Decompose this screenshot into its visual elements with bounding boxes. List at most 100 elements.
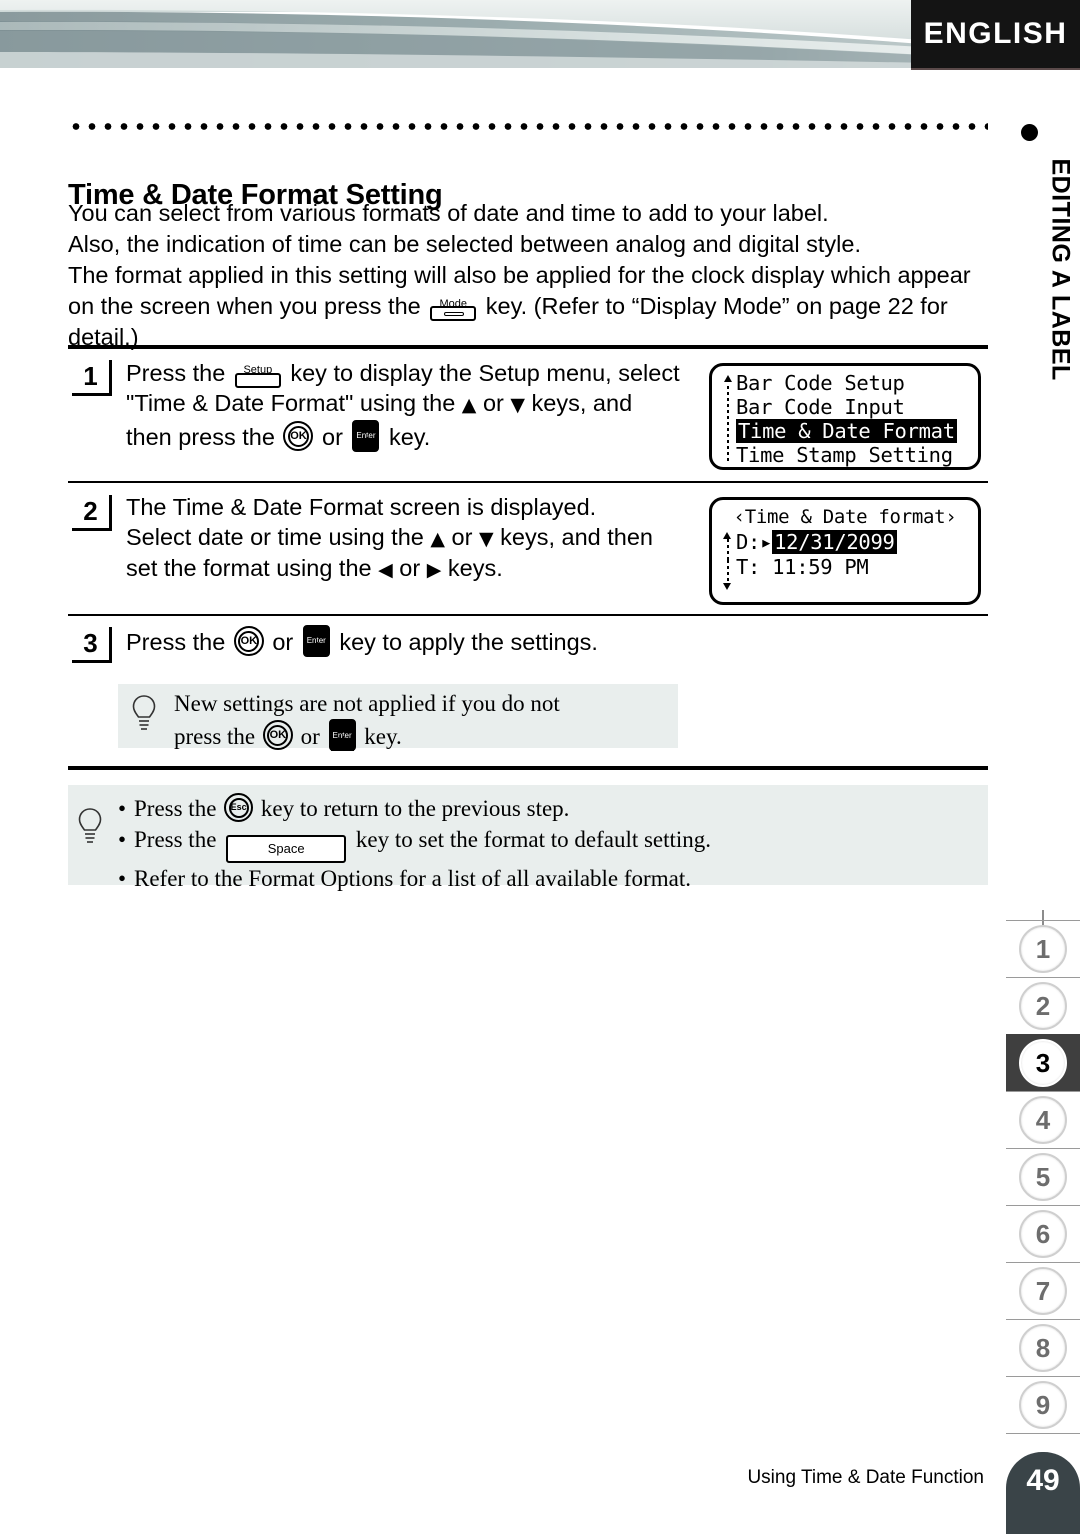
section-tab-7-label: 7	[1019, 1267, 1067, 1315]
left-arrow-icon: ◀	[378, 559, 393, 581]
esc-key-label: Esc	[230, 802, 247, 812]
ok-key-icon: OK	[233, 626, 264, 656]
right-arrow-icon: ▶	[426, 559, 442, 581]
section-tab-3-label: 3	[1019, 1039, 1067, 1087]
step-1-line-2: "Time & Date Format" using the ▲ or ▼ ke…	[126, 389, 706, 421]
step-1-text-d: or	[482, 389, 504, 416]
tip-box-notes: Press the Esc key to return to the previ…	[68, 785, 988, 894]
tip-notes-1-text-b: key to return to the previous step.	[260, 796, 570, 821]
lightbulb-icon	[132, 695, 156, 730]
section-tab-3[interactable]: 3	[1006, 1034, 1080, 1091]
enter-key-arrow-icon: ↵	[335, 733, 347, 748]
down-arrow-icon: ▼	[510, 393, 526, 416]
lcd-format-time-row: T: 11:59 PM	[736, 555, 897, 580]
lcd-setup-scroll-up-icon	[724, 375, 732, 382]
section-tab-8-label: 8	[1019, 1324, 1067, 1372]
step-2-text-f: or	[399, 555, 421, 581]
step-2-number: 2	[72, 495, 112, 531]
section-tab-4[interactable]: 4	[1006, 1091, 1080, 1148]
lcd-format-time-label: T	[736, 555, 749, 579]
enter-key-icon: Enter ↵	[302, 625, 330, 657]
mode-key-cap	[430, 306, 477, 321]
step-2-body: The Time & Date Format screen is display…	[126, 493, 706, 586]
ok-key-label: OK	[240, 635, 258, 647]
ok-key-icon: OK	[283, 421, 314, 451]
lcd-format-title: ‹Time & Date format›	[733, 506, 957, 528]
lcd-format-date-marker: :▸	[748, 530, 773, 554]
enter-key-arrow-icon: ↵	[309, 639, 321, 654]
tip-box-apply-text: New settings are not applied if you do n…	[174, 684, 678, 762]
tip-notes-list: Press the Esc key to return to the previ…	[116, 793, 988, 894]
section-tab-8[interactable]: 8	[1006, 1319, 1080, 1376]
step-2-text-c: or	[451, 523, 473, 550]
step-3-number: 3	[72, 627, 112, 663]
header-banner: ENGLISH	[0, 0, 1080, 70]
section-tab-9[interactable]: 9	[1006, 1376, 1080, 1434]
tip-apply-line-2: press the OK or Enter ↵ key.	[174, 719, 678, 752]
intro-line-2: Also, the indication of time can be sele…	[68, 231, 861, 257]
step-2-line-1: The Time & Date Format screen is display…	[126, 494, 597, 520]
rule-above-notes	[68, 766, 988, 770]
intro-line-4-pre: on the screen when you press the	[68, 293, 421, 319]
footer-section-label: Using Time & Date Function	[747, 1467, 984, 1488]
rule-between-step-1-and-2	[68, 481, 988, 483]
section-tab-rail: 1 2 3 4 5 6 7 8 9	[1006, 910, 1080, 1434]
tip-notes-2-text-a: Press the	[134, 827, 217, 852]
step-1-text-h: key.	[388, 424, 431, 450]
step-1-text-a: Press the	[126, 360, 226, 386]
section-tab-5-label: 5	[1019, 1153, 1067, 1201]
tip-box-notes-text: Press the Esc key to return to the previ…	[116, 785, 988, 904]
chapter-bullet-icon	[1021, 124, 1038, 141]
up-arrow-icon: ▲	[430, 527, 445, 550]
rule-between-step-2-and-3	[68, 614, 988, 616]
lightbulb-icon	[78, 808, 102, 843]
step-2-text-d: keys, and then	[500, 523, 653, 550]
chapter-label: EDITING A LABEL	[1046, 158, 1075, 381]
lcd-setup-item-3-selected: Time & Date Format	[736, 419, 957, 443]
space-key-icon: Space	[226, 835, 347, 863]
mode-key-icon: Mode	[430, 291, 477, 321]
step-2-line-3: set the format using the ◀ or ▶ keys.	[126, 554, 706, 586]
ok-key-label: OK	[290, 430, 307, 442]
step-1-text-f: then press the	[126, 424, 275, 450]
tip-notes-2-text-b: key to set the format to default setting…	[355, 827, 712, 852]
dotted-divider	[68, 122, 988, 131]
setup-key-cap	[234, 373, 281, 388]
step-1-text-c: "Time & Date Format" using the	[126, 389, 456, 416]
lcd-setup-item-2: Bar Code Input	[736, 395, 905, 419]
setup-key-icon: Setup	[234, 358, 281, 388]
ok-key-label: OK	[269, 729, 287, 741]
step-2-text-g: keys.	[447, 555, 503, 581]
step-3-body: Press the OK or Enter ↵ key to apply the…	[126, 625, 826, 658]
step-1-line-1: Press the Setup key to display the Setup…	[126, 358, 706, 389]
tip-box-apply: New settings are not applied if you do n…	[118, 684, 678, 751]
ok-key-icon: OK	[262, 720, 293, 750]
section-tab-6-label: 6	[1019, 1210, 1067, 1258]
tip-notes-1-text-a: Press the	[134, 796, 217, 821]
down-arrow-icon: ▼	[478, 527, 494, 550]
language-badge: ENGLISH	[911, 0, 1080, 70]
up-arrow-icon: ▲	[461, 393, 477, 416]
section-tab-1-label: 1	[1019, 925, 1067, 973]
lcd-format-time-scroll-icon	[722, 560, 734, 590]
section-tab-6[interactable]: 6	[1006, 1205, 1080, 1262]
page-number-tab: 49	[1006, 1452, 1080, 1534]
tip-apply-text-a: press the	[174, 724, 256, 749]
section-tab-2[interactable]: 2	[1006, 977, 1080, 1034]
rule-above-step-1	[68, 345, 988, 349]
section-tab-2-label: 2	[1019, 982, 1067, 1030]
step-1-body: Press the Setup key to display the Setup…	[126, 358, 706, 453]
lcd-setup-scrollbar	[724, 374, 733, 464]
step-1-number: 1	[72, 360, 112, 396]
tip-apply-text-b: or	[300, 724, 320, 749]
step-1-text-b: key to display the Setup menu, select	[290, 360, 680, 386]
section-tab-7[interactable]: 7	[1006, 1262, 1080, 1319]
intro-line-1: You can select from various formats of d…	[68, 200, 829, 226]
section-tab-1[interactable]: 1	[1006, 920, 1080, 977]
section-tab-5[interactable]: 5	[1006, 1148, 1080, 1205]
step-1-line-3: then press the OK or Enter ↵ key.	[126, 420, 706, 453]
step-3-text-c: key to apply the settings.	[339, 629, 598, 655]
step-2-text-e: set the format using the	[126, 555, 372, 581]
lcd-format-date-value: 12/31/2099	[772, 530, 897, 554]
step-1-text-g: or	[322, 424, 343, 450]
